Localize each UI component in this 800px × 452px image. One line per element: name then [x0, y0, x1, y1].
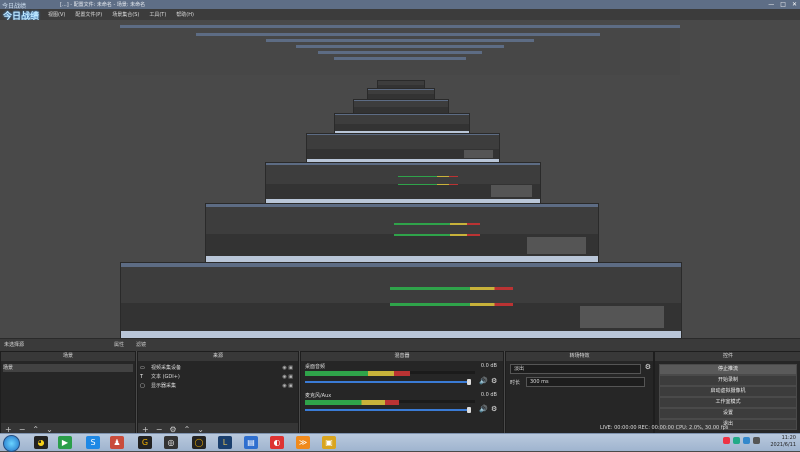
camera-icon: ▭ — [140, 365, 145, 371]
volume-slider[interactable] — [305, 381, 471, 383]
audio-meter — [305, 400, 399, 405]
scene-item[interactable]: 场景 — [3, 364, 133, 372]
media-player-icon[interactable]: ▶ — [58, 436, 72, 449]
minimize-button[interactable]: — — [768, 1, 774, 8]
recursive-frame — [334, 113, 470, 134]
source-toolbar: 属性 滤镜 — [114, 341, 146, 348]
sources-dock-title: 来源 — [138, 352, 298, 361]
duration-label: 时长 — [510, 380, 521, 386]
menu-profile[interactable]: 配置文件(P) — [75, 11, 102, 18]
duration-input[interactable]: 300 ms — [526, 377, 645, 387]
start-recording-button[interactable]: 开始录制 — [659, 375, 797, 386]
volume-tray-icon[interactable] — [753, 437, 760, 444]
monitor-icon: ▢ — [140, 383, 145, 389]
system-tray-icons — [723, 437, 760, 444]
volume-slider[interactable] — [305, 409, 471, 411]
mixer-channel-label: 桌面音频 — [305, 364, 326, 370]
game-circle-icon[interactable]: ◯ — [192, 436, 206, 449]
source-item[interactable]: ▭ 视频采集设备 ◉ ▣ — [140, 364, 296, 372]
close-button[interactable]: ✕ — [792, 1, 797, 8]
recursive-frame — [120, 262, 682, 340]
transition-select[interactable]: 淡出 — [510, 364, 641, 374]
mixer-dock-title: 混音器 — [301, 352, 503, 361]
stop-streaming-button[interactable]: 停止推流 — [659, 364, 797, 375]
folder-icon[interactable]: ▤ — [244, 436, 258, 449]
scenes-dock: 场景 场景 + − ⌃ ⌄ — [0, 351, 136, 436]
menu-view[interactable]: 视图(V) — [48, 11, 65, 18]
properties-button[interactable]: 属性 — [114, 341, 124, 348]
scene-transitions-dock: 转场特效 淡出 ⚙ 时长 300 ms — [505, 351, 654, 436]
volume-slider-handle[interactable] — [467, 407, 471, 413]
game-g-icon[interactable]: G — [138, 436, 152, 449]
window-controls: — □ ✕ — [768, 1, 797, 8]
recursive-frame — [265, 162, 541, 204]
transition-gear-icon[interactable]: ⚙ — [645, 363, 651, 371]
start-virtual-camera-button[interactable]: 启动虚拟摄像机 — [659, 386, 797, 397]
clock-time: 11:20 — [781, 435, 796, 441]
audio-mixer-dock: 混音器 桌面音频 0.0 dB 🔊 ⚙ 麦克风/Aux 0.0 dB 🔊 ⚙ — [300, 351, 504, 436]
window-title: [...] - 配置文件: 未命名 - 场景: 未命名 — [60, 2, 146, 8]
recursive-frame — [353, 99, 449, 114]
tray-app-icon[interactable] — [723, 437, 730, 444]
windows-taskbar: ◕ ▶ S ♟ G ◎ ◯ L ▤ ◐ ≫ ▣ 11:20 2021/6/11 — [0, 433, 800, 452]
netease-music-icon[interactable]: ◐ — [270, 436, 284, 449]
start-button[interactable] — [3, 435, 20, 452]
volume-speaker-icon[interactable]: 🔊 — [479, 377, 488, 385]
settings-button[interactable]: 设置 — [659, 408, 797, 419]
volume-slider-handle[interactable] — [467, 379, 471, 385]
controls-dock: 控件 停止推流 开始录制 启动虚拟摄像机 工作室模式 设置 退出 — [654, 351, 800, 436]
audio-meter — [305, 371, 411, 376]
visibility-eye-icon[interactable]: ◉ ▣ — [282, 382, 293, 390]
recursive-frame — [377, 80, 425, 89]
game-character-icon[interactable]: ♟ — [110, 436, 124, 449]
clock-date: 2021/6/11 — [770, 442, 796, 448]
filters-button[interactable]: 滤镜 — [136, 341, 146, 348]
controls-dock-title: 控件 — [655, 352, 800, 361]
no-source-selected-label: 未选择源 — [4, 342, 25, 348]
mixer-channel-db: 0.0 dB — [480, 363, 497, 369]
league-icon[interactable]: L — [218, 436, 232, 449]
visibility-eye-icon[interactable]: ◉ ▣ — [282, 364, 293, 372]
stream-status-text: LIVE: 00:00:00 REC: 00:00:00 CPU: 2.0%, … — [600, 425, 729, 431]
mixer-channel-label: 麦克风/Aux — [305, 393, 332, 399]
recursive-frame — [205, 203, 599, 263]
preview-canvas[interactable] — [0, 20, 800, 340]
browser-s-icon[interactable]: S — [86, 436, 100, 449]
yellow-app-icon[interactable]: ▣ — [322, 436, 336, 449]
scenes-dock-title: 场景 — [1, 352, 135, 361]
mixer-channel-db: 0.0 dB — [480, 392, 497, 398]
mixer-gear-icon[interactable]: ⚙ — [491, 405, 497, 413]
source-label: 文本 (GDI+) — [151, 374, 180, 380]
recursive-frame — [306, 133, 500, 163]
source-label: 显示器采集 — [151, 383, 177, 389]
visibility-eye-icon[interactable]: ◉ ▣ — [282, 373, 293, 381]
mixer-gear-icon[interactable]: ⚙ — [491, 377, 497, 385]
sources-dock: 来源 ▭ 视频采集设备 ◉ ▣ T 文本 (GDI+) ◉ ▣ ▢ 显示器采集 ◉ ▣… — [137, 351, 299, 436]
recursive-frame — [120, 25, 680, 75]
tray-app-icon[interactable] — [743, 437, 750, 444]
menu-help[interactable]: 帮助(H) — [176, 11, 194, 18]
title-bar: 今日战绩 [...] - 配置文件: 未命名 - 场景: 未命名 — □ ✕ — [0, 0, 800, 10]
tray-app-icon[interactable] — [733, 437, 740, 444]
taskbar-clock[interactable]: 11:20 2021/6/11 — [770, 435, 796, 449]
menu-items: 视图(V) 配置文件(P) 场景集合(S) 工具(T) 帮助(H) — [48, 11, 194, 18]
orange-app-icon[interactable]: ≫ — [296, 436, 310, 449]
qq-penguin-icon[interactable]: ◕ — [34, 436, 48, 449]
source-item[interactable]: ▢ 显示器采集 ◉ ▣ — [140, 382, 296, 390]
volume-speaker-icon[interactable]: 🔊 — [479, 405, 488, 413]
maximize-button[interactable]: □ — [780, 1, 786, 8]
recursive-frame — [367, 88, 435, 100]
menu-scene-collection[interactable]: 场景集合(S) — [112, 11, 139, 18]
source-label: 视频采集设备 — [151, 365, 182, 371]
text-icon: T — [140, 374, 144, 380]
menu-tools[interactable]: 工具(T) — [149, 11, 166, 18]
studio-mode-button[interactable]: 工作室模式 — [659, 397, 797, 408]
window-logo: 今日战绩 — [2, 3, 27, 10]
source-item[interactable]: T 文本 (GDI+) ◉ ▣ — [140, 373, 296, 381]
obs-studio-icon[interactable]: ◎ — [164, 436, 178, 449]
transitions-dock-title: 转场特效 — [506, 352, 653, 361]
